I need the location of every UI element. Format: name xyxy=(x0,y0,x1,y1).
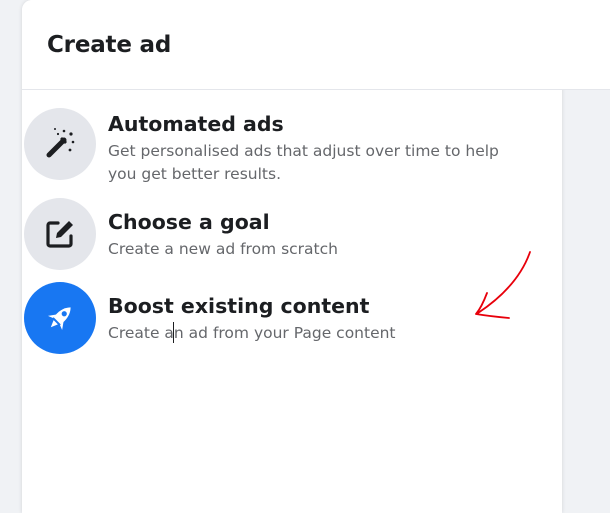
annotation-arrow-icon xyxy=(475,251,531,319)
